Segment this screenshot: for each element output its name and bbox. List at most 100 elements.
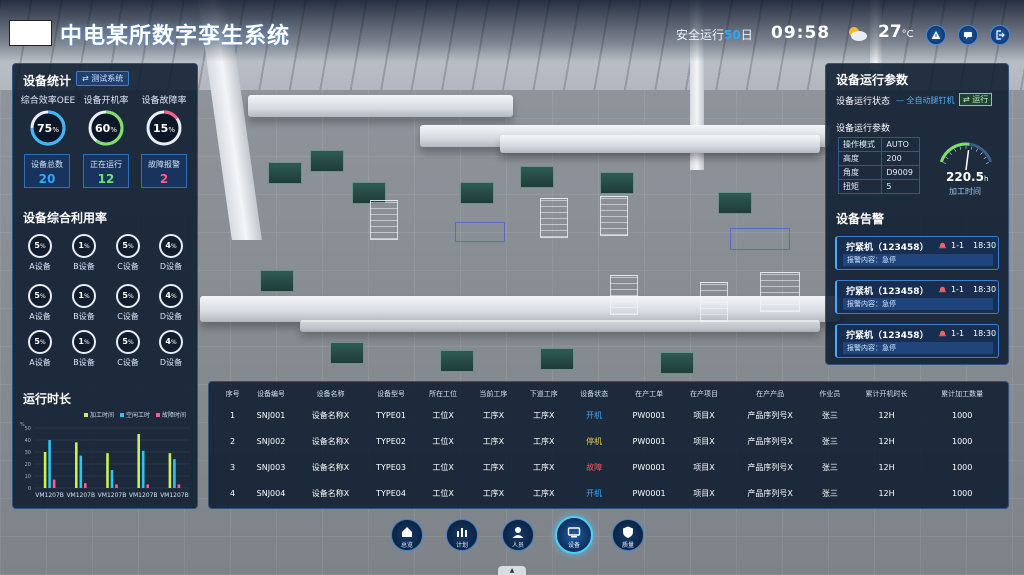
table-cell: 项目X <box>693 462 715 472</box>
alarm-content: 报警内容：急停 <box>843 254 993 266</box>
table-header-cell[interactable]: 累计开机时长 <box>849 386 925 402</box>
alarm-card[interactable]: 拧紧机（123458） 1-1 18:30 报警内容：急停 <box>835 280 999 314</box>
nav-button-home[interactable]: 总览 <box>391 519 423 551</box>
shield-icon <box>623 526 633 538</box>
material-rack <box>610 275 638 315</box>
table-cell: TYPE03 <box>376 462 406 472</box>
param-row: 扭矩 5 <box>837 179 920 194</box>
alarm-card[interactable]: 拧紧机（123458） 1-1 18:30 报警内容：急停 <box>835 236 999 270</box>
table-header-cell[interactable]: 设备型号 <box>364 386 418 402</box>
table-cell: 1000 <box>951 488 973 498</box>
workstation <box>330 342 364 364</box>
oee-value: 75 <box>37 121 53 135</box>
gauge-tick <box>980 152 983 155</box>
clock: 09:58 <box>771 23 831 43</box>
conveyor-duct <box>300 320 820 332</box>
table-header-cell[interactable]: 在产产品 <box>729 386 811 402</box>
table-header-row: 序号 设备编号 设备名称 设备型号 所在工位 当前工序 下道工序 设备状态 在产工单 在产项目 在产… <box>220 386 1000 402</box>
table-header-cell[interactable]: 所在工位 <box>418 386 468 402</box>
bar <box>48 440 51 488</box>
table-header-cell[interactable]: 当前工序 <box>468 386 518 402</box>
utilization-item[interactable]: 5% C设备 <box>110 234 146 272</box>
table-header-cell[interactable]: 在产项目 <box>679 386 729 402</box>
params-table: 操作模式 AUTO 高度 200 角度 D9009 扭矩 5 <box>837 137 920 194</box>
utilization-item[interactable]: 4% D设备 <box>153 284 189 322</box>
param-value: 5 <box>881 179 920 194</box>
utilization-value: 5% <box>28 330 52 354</box>
fault-rate-ring: 15% <box>145 109 183 147</box>
nav-button-user[interactable]: 人员 <box>502 519 534 551</box>
test-system-tag[interactable]: ⇄ 测试系统 <box>76 71 130 86</box>
table-cell: 12H <box>878 488 895 498</box>
safe-run-value: 50 <box>724 28 741 42</box>
logout-button[interactable] <box>990 25 1010 45</box>
table-header-cell[interactable]: 序号 <box>220 386 245 402</box>
nav-button-chart[interactable]: 计划 <box>446 519 478 551</box>
table-header-cell[interactable]: 在产工单 <box>619 386 679 402</box>
alarm-time: 18:30 <box>973 285 997 294</box>
table-row[interactable]: 2 SNJ002 设备名称X TYPE02 工位X 工序X 工序X 停机 PW0001 项目X 产品… <box>220 428 1000 454</box>
material-rack <box>760 272 800 312</box>
alarm-title: 拧紧机（123458） <box>846 287 929 297</box>
fault-alarm-box[interactable]: 故障报警 2 <box>141 154 187 188</box>
table-cell: 12H <box>878 436 895 446</box>
alert-button[interactable] <box>926 25 946 45</box>
utilization-item[interactable]: 1% B设备 <box>66 330 102 368</box>
table-header-cell[interactable]: 作业员 <box>811 386 849 402</box>
table-header-cell[interactable]: 设备名称 <box>297 386 364 402</box>
table-row[interactable]: 1 SNJ001 设备名称X TYPE01 工位X 工序X 工序X 开机 PW0001 项目X 产品… <box>220 402 1000 428</box>
alarm-card[interactable]: 拧紧机（123458） 1-1 18:30 报警内容：急停 <box>835 324 999 358</box>
nav-button-device[interactable]: 设备 <box>555 516 593 554</box>
table-row[interactable]: 3 SNJ003 设备名称X TYPE03 工位X 工序X 工序X 故障 PW0001 项目X 产品… <box>220 454 1000 480</box>
temperature-value: 27 <box>878 22 902 42</box>
bar <box>141 450 145 488</box>
y-tick-label: 50 <box>25 426 31 432</box>
run-status-badge[interactable]: ⇄ 运行 <box>959 93 993 106</box>
table-cell: 12H <box>878 410 895 420</box>
utilization-value: 1% <box>72 234 96 258</box>
chat-button[interactable] <box>958 25 978 45</box>
table-header-cell[interactable]: 累计加工数量 <box>924 386 1000 402</box>
utilization-unit: % <box>170 243 177 250</box>
utilization-device-name: D设备 <box>159 262 183 271</box>
nav-label: 质量 <box>621 542 634 549</box>
utilization-item[interactable]: 1% B设备 <box>66 284 102 322</box>
utilization-item[interactable]: 1% B设备 <box>66 234 102 272</box>
x-tick-label: VM1207B <box>35 492 64 499</box>
table-cell: 1000 <box>951 436 973 446</box>
table-cell: 工序X <box>533 462 555 472</box>
param-row: 高度 200 <box>837 151 920 166</box>
utilization-item[interactable]: 4% D设备 <box>153 234 189 272</box>
total-devices-box[interactable]: 设备总数 20 <box>24 154 70 188</box>
utilization-item[interactable]: 4% D设备 <box>153 330 189 368</box>
system-title: 中电某所数字孪生系统 <box>60 24 291 49</box>
utilization-value: 5% <box>28 284 52 308</box>
utilization-device-name: B设备 <box>73 262 95 271</box>
gauge-tick <box>970 146 973 150</box>
params-subtitle: 设备运行参数 <box>836 124 891 134</box>
utilization-unit: % <box>39 293 46 300</box>
bar <box>137 434 140 488</box>
runtime-title: 运行时长 <box>23 392 72 406</box>
table-row[interactable]: 4 SNJ004 设备名称X TYPE04 工位X 工序X 工序X 开机 PW0001 项目X 产品… <box>220 480 1000 506</box>
material-rack <box>600 196 628 236</box>
utilization-item[interactable]: 5% A设备 <box>22 234 58 272</box>
table-header-cell[interactable]: 下道工序 <box>519 386 569 402</box>
chart-icon <box>457 528 467 537</box>
table-cell: PW0001 <box>632 410 666 420</box>
bar <box>146 484 149 488</box>
table-header-cell[interactable]: 设备状态 <box>569 386 619 402</box>
param-value: AUTO <box>881 137 920 152</box>
running-devices-box[interactable]: 正在运行 12 <box>83 154 129 188</box>
utilization-item[interactable]: 5% C设备 <box>110 284 146 322</box>
table-cell: 工位X <box>432 410 454 420</box>
partly-cloudy-icon <box>849 27 867 41</box>
collapse-arrow-button[interactable]: ▲ <box>498 566 526 575</box>
utilization-item[interactable]: 5% A设备 <box>22 330 58 368</box>
x-tick-label: VM1207B <box>98 492 127 499</box>
utilization-item[interactable]: 5% A设备 <box>22 284 58 322</box>
table-cell: 设备名称X <box>311 436 350 446</box>
utilization-item[interactable]: 5% C设备 <box>110 330 146 368</box>
table-header-cell[interactable]: 设备编号 <box>245 386 297 402</box>
nav-button-shield[interactable]: 质量 <box>612 519 644 551</box>
